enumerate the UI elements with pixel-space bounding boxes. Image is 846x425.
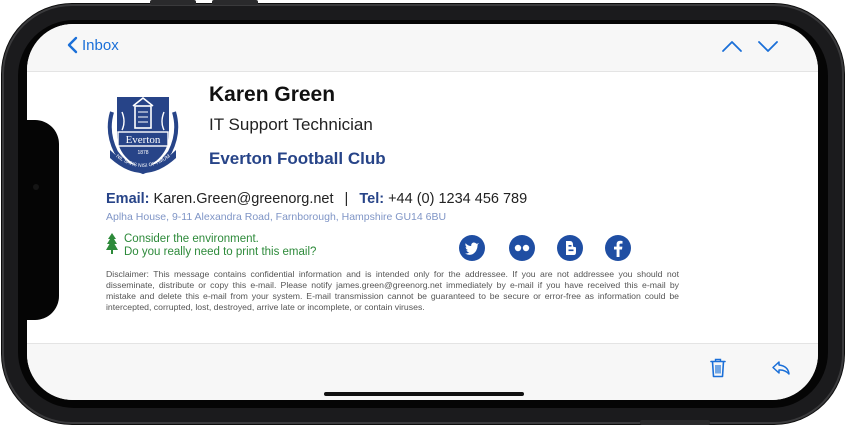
phone-number-link[interactable]: +44 (0) 1234 456 789 bbox=[388, 191, 527, 207]
tel-label: Tel: bbox=[359, 191, 385, 207]
environment-line-2: Do you really need to print this email? bbox=[124, 246, 317, 258]
everton-crest-logo: Everton 1878 NIL SATIS NISI OPTIMUM bbox=[107, 95, 179, 175]
contact-line: Email: Karen.Green@greenorg.net | Tel: +… bbox=[106, 191, 527, 207]
crest-name-text: Everton bbox=[126, 134, 161, 146]
twitter-button[interactable] bbox=[459, 235, 485, 261]
chevron-down-icon bbox=[758, 41, 778, 52]
contact-separator: | bbox=[344, 191, 349, 207]
camera-dot bbox=[33, 184, 39, 190]
power-button bbox=[640, 420, 710, 425]
flickr-button[interactable] bbox=[509, 235, 535, 261]
sender-role: IT Support Technician bbox=[209, 115, 373, 134]
delete-button[interactable] bbox=[710, 358, 726, 383]
crest-year-text: 1878 bbox=[137, 150, 148, 156]
environment-line-1: Consider the environment. bbox=[124, 233, 259, 245]
chevron-up-icon bbox=[722, 41, 742, 52]
email-label: Email: bbox=[106, 191, 150, 207]
reply-icon bbox=[772, 361, 790, 375]
twitter-icon bbox=[465, 242, 479, 255]
nav-bar: Inbox bbox=[27, 24, 818, 72]
facebook-icon bbox=[614, 240, 623, 257]
postal-address: Aplha House, 9-11 Alexandra Road, Farnbo… bbox=[106, 211, 447, 223]
previous-message-button[interactable] bbox=[721, 36, 743, 61]
next-message-button[interactable] bbox=[757, 36, 779, 61]
home-indicator[interactable] bbox=[324, 392, 524, 396]
volume-down-button bbox=[212, 0, 258, 5]
sender-organization: Everton Football Club bbox=[209, 149, 386, 168]
environment-notice: Consider the environment. Do you really … bbox=[106, 233, 316, 259]
tree-icon bbox=[106, 233, 118, 254]
back-to-inbox-button[interactable]: Inbox bbox=[67, 36, 119, 54]
facebook-button[interactable] bbox=[605, 235, 631, 261]
sender-name: Karen Green bbox=[209, 83, 336, 106]
email-address-link[interactable]: Karen.Green@greenorg.net bbox=[154, 191, 334, 207]
back-label: Inbox bbox=[82, 36, 119, 54]
chevron-left-icon bbox=[67, 36, 78, 54]
screen: Inbox Everton 1878 NIL SATIS NISI OPTIMU… bbox=[27, 24, 818, 400]
flickr-icon bbox=[514, 244, 530, 252]
disclaimer-text: Disclaimer: This message contains confid… bbox=[106, 269, 679, 312]
blogger-button[interactable] bbox=[557, 235, 583, 261]
trash-icon bbox=[710, 358, 726, 378]
reply-button[interactable] bbox=[771, 360, 791, 381]
blogger-icon bbox=[566, 241, 576, 255]
notch bbox=[27, 120, 59, 320]
email-body: Everton 1878 NIL SATIS NISI OPTIMUM Kare… bbox=[27, 72, 818, 343]
volume-up-button bbox=[150, 0, 196, 5]
